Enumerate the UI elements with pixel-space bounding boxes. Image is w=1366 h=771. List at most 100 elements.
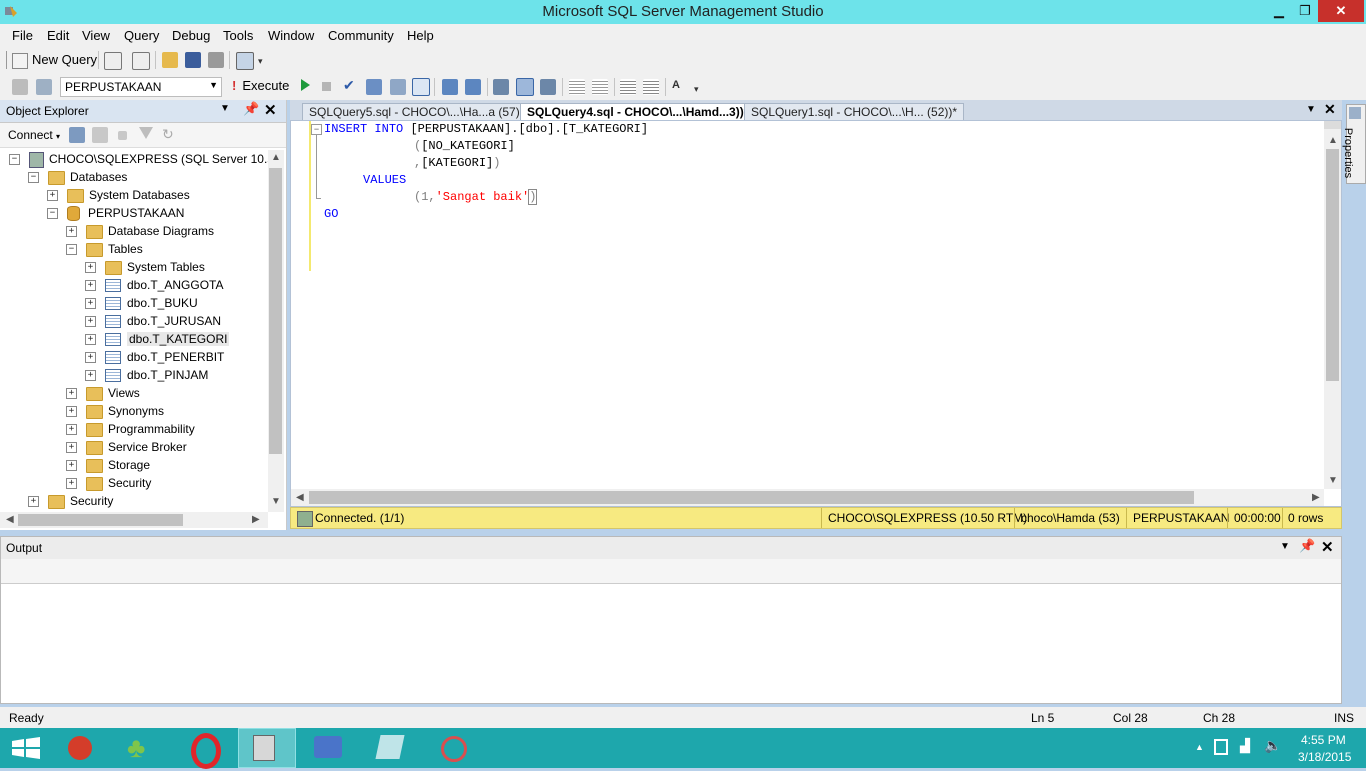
expand-icon[interactable]: + bbox=[85, 370, 96, 382]
expand-icon[interactable]: + bbox=[85, 316, 96, 328]
scroll-left-icon[interactable]: ◀ bbox=[296, 492, 304, 503]
scroll-right-icon[interactable]: ▶ bbox=[1312, 492, 1320, 503]
refresh-icon[interactable]: ↻ bbox=[162, 126, 174, 143]
expand-icon[interactable]: + bbox=[85, 352, 96, 364]
specify-values-icon[interactable]: A bbox=[672, 79, 680, 91]
tab-sqlquery4[interactable]: SQLQuery4.sql - CHOCO\...\Hamd...3))* bbox=[520, 103, 756, 121]
action-center-icon[interactable] bbox=[1214, 739, 1228, 755]
debug-play-icon[interactable] bbox=[301, 79, 310, 91]
expand-icon[interactable]: + bbox=[66, 478, 77, 490]
tree-node[interactable]: − CHOCO\SQLEXPRESS (SQL Server 10.50.16 bbox=[9, 150, 268, 168]
tab-sqlquery5[interactable]: SQLQuery5.sql - CHOCO\...\Ha...a (57)) bbox=[302, 103, 531, 121]
decrease-indent-icon[interactable] bbox=[620, 79, 636, 95]
taskbar-opera[interactable] bbox=[176, 728, 234, 769]
pin-icon[interactable]: 📌 bbox=[243, 101, 259, 117]
output-source-bar[interactable] bbox=[1, 559, 1341, 584]
split-handle[interactable] bbox=[1324, 121, 1341, 129]
tab-sqlquery1[interactable]: SQLQuery1.sql - CHOCO\...\H... (52))* bbox=[744, 103, 965, 121]
tree-node[interactable]: + Database Diagrams bbox=[66, 222, 214, 240]
tree-node[interactable]: + dbo.T_KATEGORI bbox=[85, 330, 230, 348]
results-to-grid-icon[interactable] bbox=[412, 78, 430, 96]
results-to-file-icon[interactable] bbox=[540, 79, 556, 95]
taskbar-app-4[interactable] bbox=[300, 728, 358, 768]
new-file-icon[interactable] bbox=[104, 52, 122, 70]
tree-node[interactable]: + System Databases bbox=[47, 186, 190, 204]
scroll-down-icon[interactable]: ▼ bbox=[271, 496, 281, 507]
display-plan-icon[interactable] bbox=[366, 79, 382, 95]
menu-edit[interactable]: Edit bbox=[47, 28, 69, 43]
tree-node[interactable]: − Databases bbox=[28, 168, 127, 186]
connect-dropdown[interactable]: Connect ▾ bbox=[8, 128, 60, 142]
taskbar-app-5[interactable] bbox=[362, 728, 420, 768]
increase-indent-icon[interactable] bbox=[643, 79, 659, 95]
expand-icon[interactable]: + bbox=[66, 406, 77, 418]
new-project-icon[interactable] bbox=[132, 52, 150, 70]
expand-icon[interactable]: + bbox=[66, 442, 77, 454]
menu-query[interactable]: Query bbox=[124, 28, 159, 43]
editor-vertical-scrollbar[interactable]: ▲ ▼ bbox=[1324, 121, 1341, 489]
menu-window[interactable]: Window bbox=[268, 28, 314, 43]
scroll-down-icon[interactable]: ▼ bbox=[1328, 475, 1338, 486]
collapse-icon[interactable]: − bbox=[28, 172, 39, 184]
start-button[interactable] bbox=[0, 728, 58, 768]
tree-node[interactable]: + dbo.T_PENERBIT bbox=[85, 348, 224, 366]
tree-node[interactable]: + Security bbox=[28, 492, 113, 510]
collapse-outline-icon[interactable]: − bbox=[311, 124, 322, 135]
toolbar-overflow-icon[interactable]: ▾ bbox=[258, 56, 263, 67]
scroll-up-icon[interactable]: ▲ bbox=[271, 152, 281, 163]
minimize-button[interactable]: ▁ bbox=[1268, 0, 1290, 22]
uncomment-icon[interactable] bbox=[592, 79, 608, 95]
execute-button[interactable]: ! Execute bbox=[232, 78, 289, 93]
toolbar-overflow-icon[interactable]: ▾ bbox=[694, 84, 699, 95]
scroll-up-icon[interactable]: ▲ bbox=[1328, 135, 1338, 146]
network-signal-icon[interactable]: ▟ bbox=[1240, 738, 1250, 754]
panel-menu-chevron-icon[interactable]: ▼ bbox=[1280, 541, 1290, 552]
tree-vertical-scroll-thumb[interactable] bbox=[269, 168, 282, 454]
activity-monitor-icon[interactable] bbox=[236, 52, 254, 70]
open-folder-icon[interactable] bbox=[162, 52, 178, 68]
tree-node[interactable]: − Tables bbox=[66, 240, 143, 258]
toolbar-grip[interactable] bbox=[6, 51, 7, 69]
show-hidden-icons-icon[interactable]: ▲ bbox=[1195, 742, 1204, 752]
scroll-left-icon[interactable]: ◀ bbox=[6, 514, 14, 525]
tree-node[interactable]: + Synonyms bbox=[66, 402, 164, 420]
tree-node[interactable]: + System Tables bbox=[85, 258, 205, 276]
expand-icon[interactable]: + bbox=[47, 190, 58, 202]
editor-vertical-scroll-thumb[interactable] bbox=[1326, 149, 1339, 381]
output-text-area[interactable] bbox=[1, 584, 1341, 703]
database-select[interactable]: PERPUSTAKAAN ▼ bbox=[60, 77, 222, 97]
connect-object-icon[interactable] bbox=[69, 127, 85, 143]
expand-icon[interactable]: + bbox=[66, 388, 77, 400]
collapse-icon[interactable]: − bbox=[66, 244, 77, 256]
tree-node[interactable]: + Storage bbox=[66, 456, 150, 474]
tree-node[interactable]: + dbo.T_ANGGOTA bbox=[85, 276, 223, 294]
menu-tools[interactable]: Tools bbox=[223, 28, 253, 43]
stop-icon[interactable] bbox=[118, 131, 127, 140]
collapse-icon[interactable]: − bbox=[47, 208, 58, 220]
menu-debug[interactable]: Debug bbox=[172, 28, 210, 43]
close-document-icon[interactable]: ✕ bbox=[1324, 101, 1336, 118]
comment-out-icon[interactable] bbox=[569, 79, 585, 95]
new-query-button[interactable]: New Query bbox=[12, 52, 97, 69]
expand-icon[interactable]: + bbox=[85, 334, 96, 346]
connect-icon[interactable] bbox=[12, 79, 28, 95]
clock-time[interactable]: 4:55 PM bbox=[1301, 733, 1346, 747]
menu-view[interactable]: View bbox=[82, 28, 110, 43]
expand-icon[interactable]: + bbox=[28, 496, 39, 508]
results-grid-active-icon[interactable] bbox=[516, 78, 534, 96]
collapse-icon[interactable]: − bbox=[9, 154, 20, 166]
tree-node[interactable]: − PERPUSTAKAAN bbox=[47, 204, 184, 222]
editor-horizontal-scrollbar[interactable]: ◀ ▶ bbox=[291, 489, 1324, 506]
query-editor[interactable]: − INSERT INTO [PERPUSTAKAAN].[dbo].[T_KA… bbox=[290, 120, 1342, 507]
panel-menu-chevron-icon[interactable]: ▼ bbox=[220, 103, 230, 114]
change-connection-icon[interactable] bbox=[36, 79, 52, 95]
save-icon[interactable] bbox=[185, 52, 201, 68]
taskbar-app-6[interactable] bbox=[424, 728, 482, 768]
results-to-text-icon[interactable] bbox=[493, 79, 509, 95]
properties-side-tab[interactable]: Properties bbox=[1342, 104, 1366, 184]
disconnect-icon[interactable] bbox=[92, 127, 108, 143]
expand-icon[interactable]: + bbox=[85, 280, 96, 292]
expand-icon[interactable]: + bbox=[66, 226, 77, 238]
expand-icon[interactable]: + bbox=[85, 298, 96, 310]
tab-list-chevron-icon[interactable]: ▼ bbox=[1306, 104, 1316, 115]
